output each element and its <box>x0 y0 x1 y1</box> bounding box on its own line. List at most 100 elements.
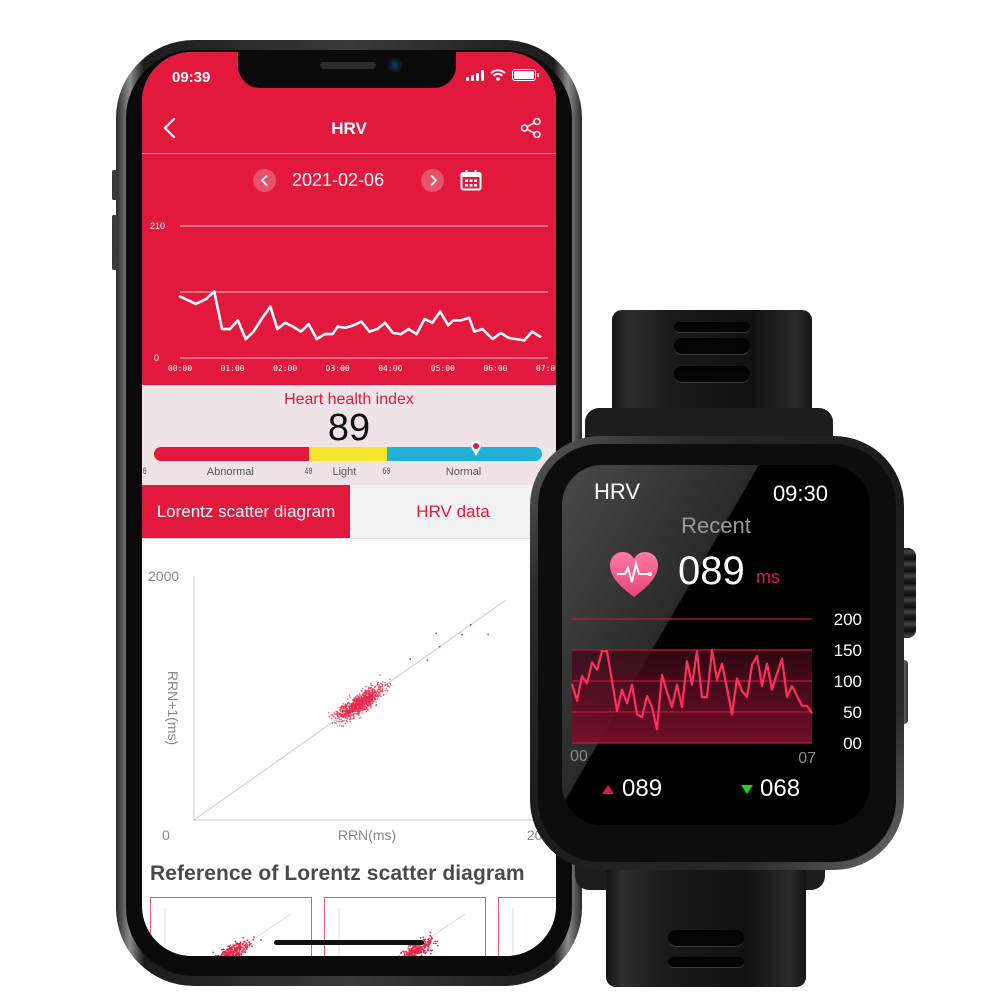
scatter-point <box>373 700 375 702</box>
tab-hrv-data[interactable]: HRV data <box>350 485 556 538</box>
scale-range-label: Abnormal <box>206 466 254 478</box>
scatter-point <box>357 696 359 699</box>
thumb-point <box>240 950 243 953</box>
x-tick-label: 02:00 <box>273 364 297 373</box>
home-indicator[interactable] <box>274 940 424 945</box>
scatter-point <box>365 706 367 709</box>
thumb-point <box>243 947 246 950</box>
scatter-point <box>379 690 382 693</box>
scatter-point <box>362 694 365 697</box>
thumb-point <box>244 943 247 946</box>
thumb-point <box>221 953 223 956</box>
thumb-point <box>413 949 416 952</box>
thumb-point <box>430 937 433 940</box>
share-button[interactable] <box>520 117 542 139</box>
scatter-point <box>373 688 375 691</box>
scatter-point <box>353 701 355 703</box>
next-date-button[interactable] <box>421 169 444 192</box>
scatter-point <box>381 688 384 691</box>
reference-card[interactable] <box>324 897 486 956</box>
thumb-point <box>422 936 425 939</box>
phone-silent-switch <box>112 170 117 200</box>
reference-thumbnail <box>338 908 466 956</box>
scatter-point <box>426 659 429 662</box>
y-tick-label: 0 <box>154 353 159 363</box>
thumb-point <box>237 943 240 945</box>
scatter-point <box>364 698 367 700</box>
thumb-point <box>403 951 405 953</box>
scatter-point <box>487 633 489 636</box>
reference-card[interactable] <box>150 897 312 956</box>
scatter-point <box>359 699 362 702</box>
scatter-point <box>361 712 363 714</box>
reference-card[interactable] <box>498 897 556 956</box>
thumb-point <box>227 945 230 947</box>
hrv-series-line <box>178 290 542 342</box>
thumb-point <box>410 947 413 950</box>
scatter-point <box>348 708 351 710</box>
scatter-point <box>384 683 386 686</box>
scatter-point <box>370 689 372 692</box>
scatter-point <box>365 685 367 688</box>
thumb-point <box>231 952 234 955</box>
thumb-point <box>407 945 410 947</box>
status-time: 09:39 <box>172 69 211 86</box>
thumb-point <box>407 947 410 950</box>
thumb-point <box>222 948 225 951</box>
thumb-point <box>222 950 225 953</box>
scatter-point <box>346 717 348 720</box>
hrv-unit: ms <box>756 567 780 587</box>
thumb-point <box>422 950 425 953</box>
reference-title: Reference of Lorentz scatter diagram <box>150 862 525 885</box>
scatter-point <box>371 684 374 687</box>
scatter-point <box>359 716 362 719</box>
prev-date-button[interactable] <box>253 169 276 192</box>
max-value: 089 <box>622 775 663 802</box>
thumb-point <box>230 948 233 951</box>
thumb-point <box>412 950 415 953</box>
watch-band-bottom <box>606 855 806 987</box>
thumb-point <box>214 954 217 956</box>
thumb-point <box>436 944 439 947</box>
scatter-point <box>367 690 370 693</box>
scatter-point <box>383 693 385 696</box>
scale-tick-label: 40 <box>304 467 313 477</box>
scatter-point <box>334 721 336 724</box>
scatter-point <box>389 678 391 681</box>
thumb-point <box>248 941 251 944</box>
thumb-point <box>424 952 427 955</box>
header-section: 09:39 HRV 2021-02-06 210 0 00:00 01:00 0… <box>142 52 556 385</box>
max-arrow-icon <box>602 785 614 794</box>
health-scale-bar <box>154 447 542 461</box>
scatter-point <box>339 718 341 720</box>
scatter-point <box>379 674 381 677</box>
thumb-point <box>233 945 236 947</box>
thumb-point <box>245 942 248 944</box>
scatter-point <box>379 693 381 695</box>
scatter-point <box>352 714 354 716</box>
calendar-icon[interactable] <box>460 169 482 191</box>
thumb-point <box>243 940 245 943</box>
scatter-point <box>369 701 371 703</box>
tab-lorentz-scatter[interactable]: Lorentz scatter diagram <box>142 485 350 538</box>
thumb-point <box>419 948 422 950</box>
thumb-point <box>427 944 430 947</box>
thumb-point <box>410 951 413 954</box>
scatter-point <box>389 682 391 685</box>
scatter-point <box>367 699 369 701</box>
thumb-point <box>233 951 236 953</box>
scatter-point <box>355 707 358 709</box>
scatter-point <box>369 698 372 700</box>
thumb-point <box>250 942 252 945</box>
scatter-point <box>346 714 349 717</box>
scatter-point <box>376 690 379 693</box>
thumb-point <box>221 948 223 951</box>
scatter-point <box>341 710 344 712</box>
hrv-line-chart: 210 0 00:00 01:00 02:00 03:00 04:00 05:00 06:00 0… <box>150 221 556 373</box>
min-arrow-icon <box>741 785 753 794</box>
x-axis-label: RRN(ms) <box>338 827 396 843</box>
reference-thumbnail <box>164 908 292 956</box>
thumb-point <box>229 946 232 949</box>
y-axis-label: RRN+1(ms) <box>165 671 181 745</box>
thumb-point <box>224 952 226 954</box>
